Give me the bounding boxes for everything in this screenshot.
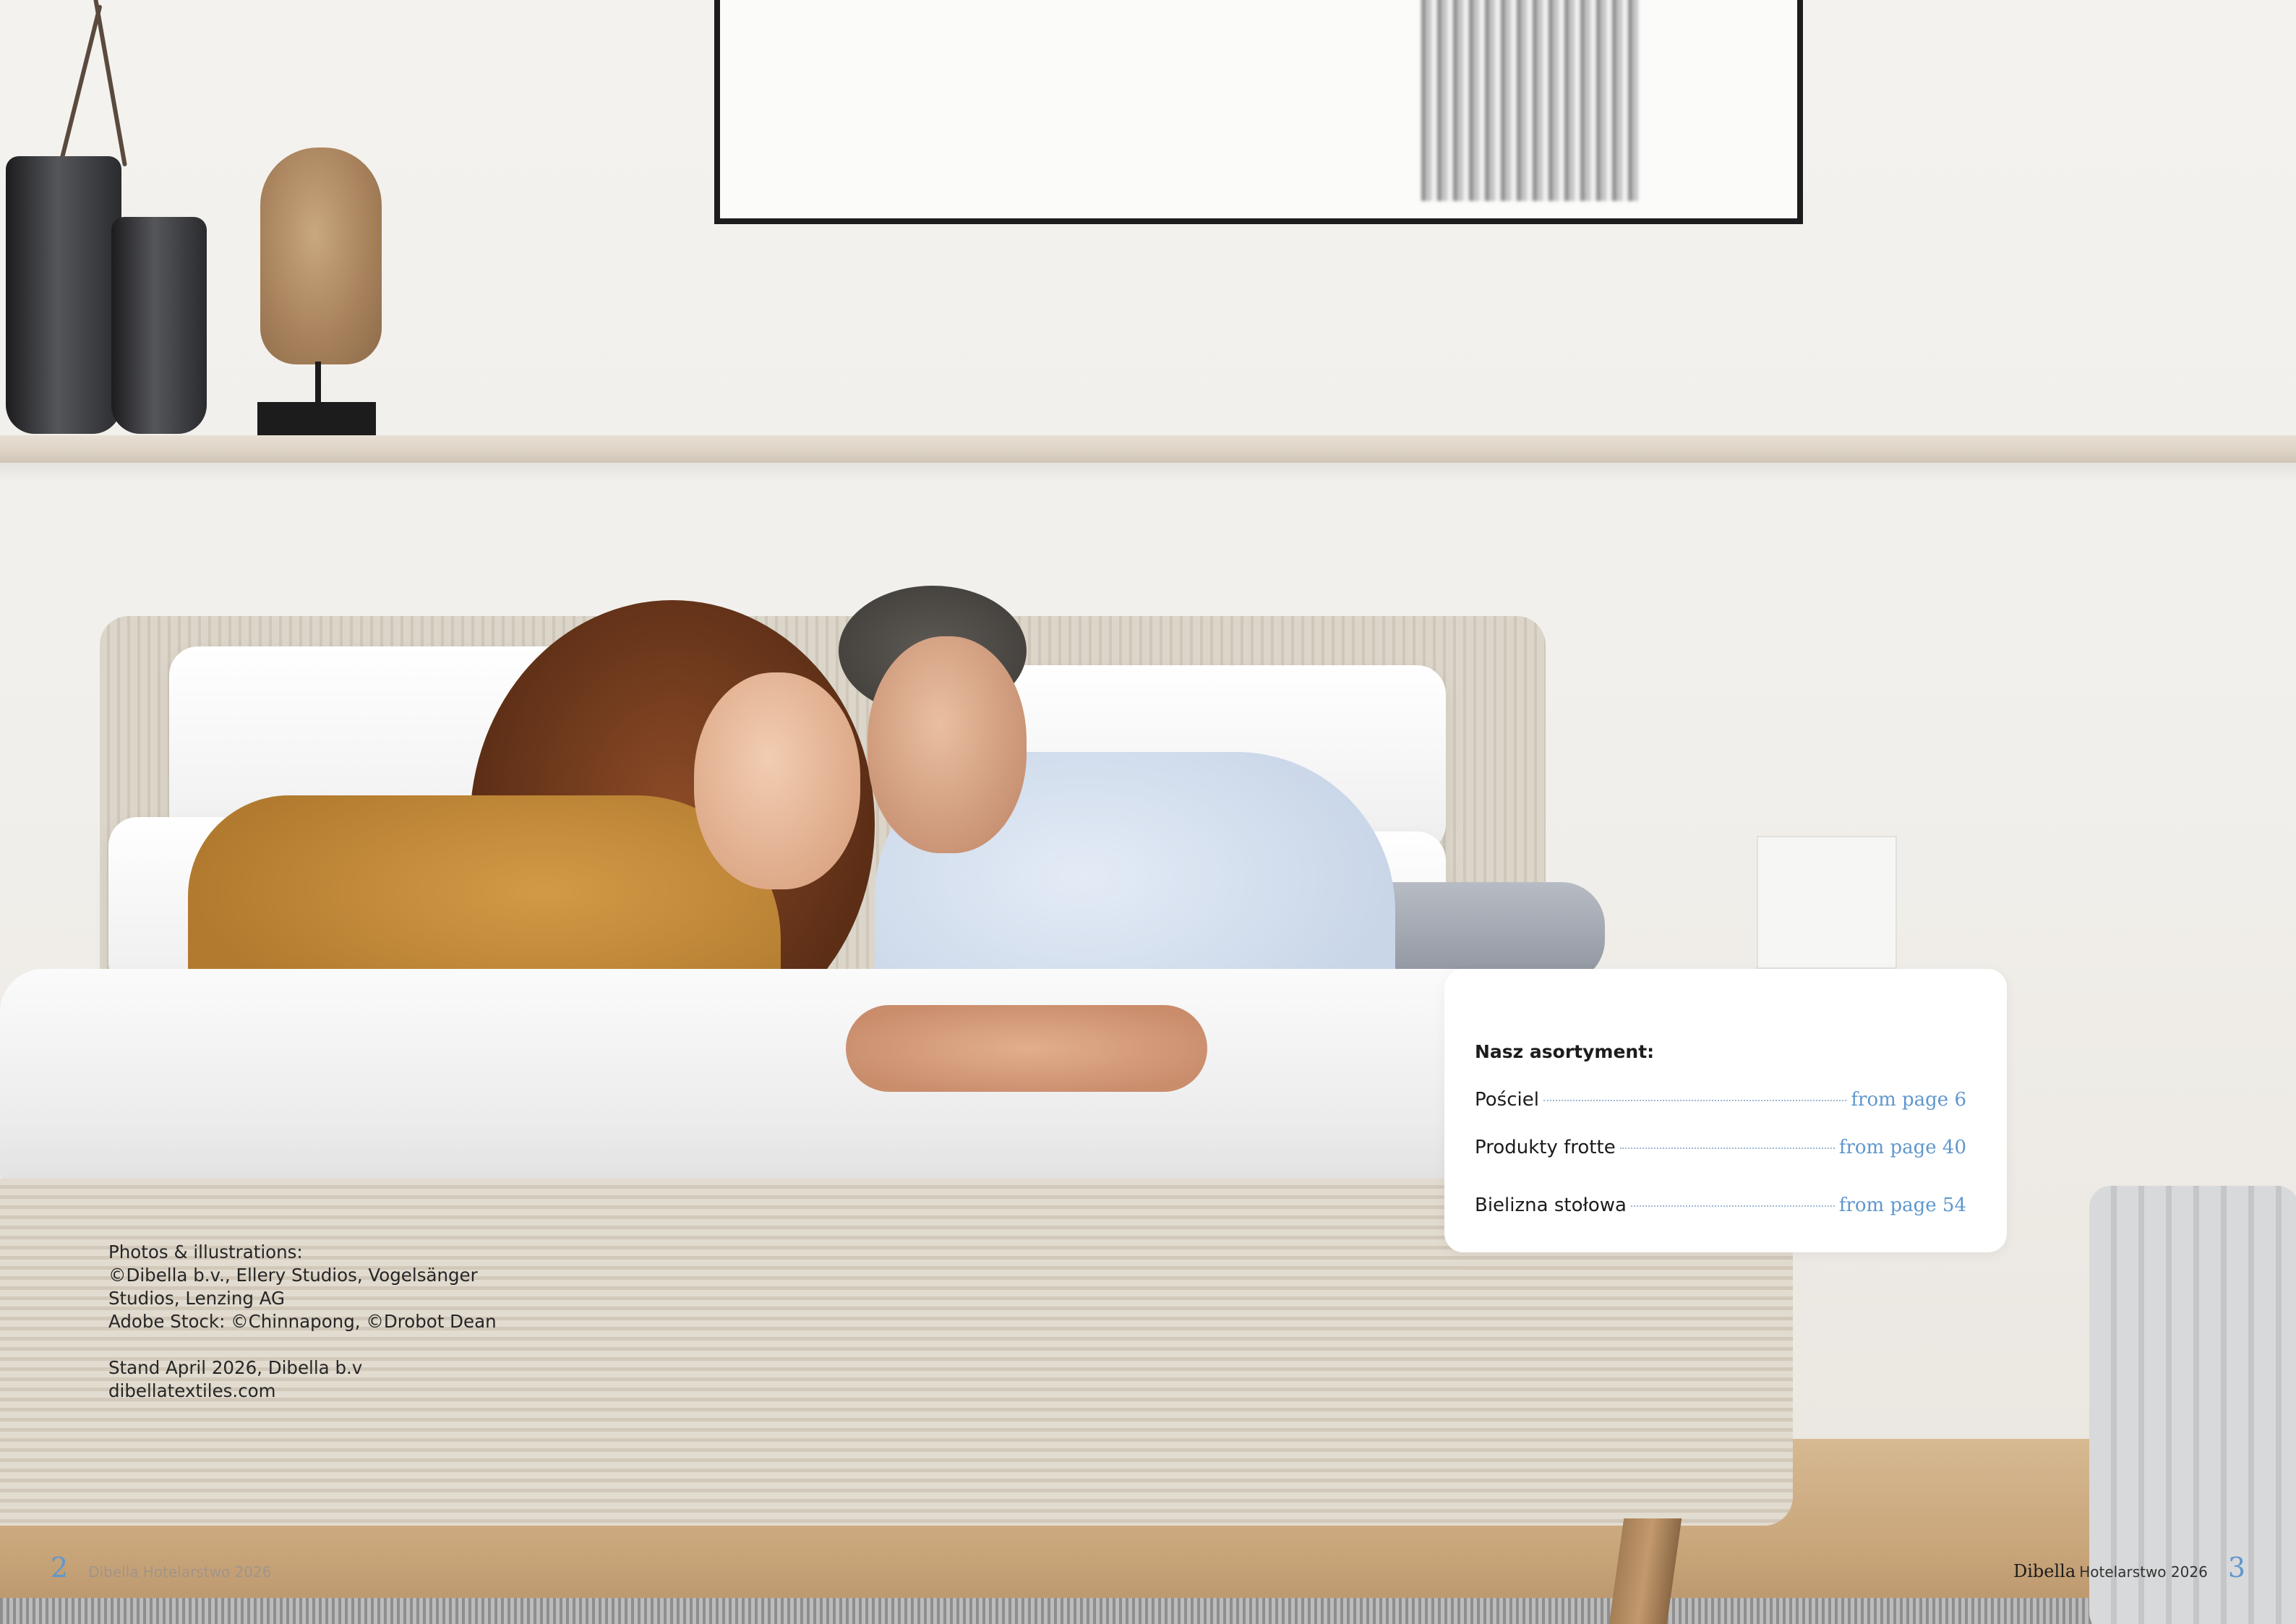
card-title: Nasz asortyment: xyxy=(1475,1041,1655,1062)
credits-line: ©Dibella b.v., Ellery Studios, Vogelsäng… xyxy=(108,1265,478,1286)
photo-credits: Photos & illustrations: ©Dibella b.v., E… xyxy=(108,1241,571,1403)
shelf-shadow xyxy=(0,463,2296,482)
duvet xyxy=(0,969,1547,1186)
credits-line: Adobe Stock: ©Chinnapong, ©Drobot Dean xyxy=(108,1311,497,1332)
footer-title: Dibella Hotelarstwo 2026 xyxy=(88,1563,272,1581)
footer-right: Dibella Hotelarstwo 2026 3 xyxy=(2013,1552,2245,1584)
toc-item-label: Bielizna stołowa xyxy=(1475,1195,1627,1216)
page-number: 3 xyxy=(2227,1552,2245,1584)
sculpture-stand xyxy=(315,362,321,405)
toc-item-label: Produkty frotte xyxy=(1475,1137,1616,1158)
vase xyxy=(111,217,207,434)
toc-leader-dots xyxy=(1543,1100,1847,1101)
credits-spacer xyxy=(108,1333,571,1356)
wall-artwork xyxy=(714,0,1803,224)
toc-item-page: from page 40 xyxy=(1838,1137,1966,1158)
toc-leader-dots xyxy=(1630,1205,1835,1207)
website-link[interactable]: dibellatextiles.com xyxy=(108,1380,571,1403)
footer-title: Hotelarstwo 2026 xyxy=(2079,1563,2208,1581)
rug xyxy=(0,1598,2296,1624)
toc-item-page: from page 54 xyxy=(1838,1195,1966,1216)
credits-line: Photos & illustrations: xyxy=(108,1241,303,1262)
toc-item-produkty-frotte[interactable]: Produkty frotte from page 40 xyxy=(1475,1137,1966,1166)
credits-line: Studios, Lenzing AG xyxy=(108,1288,286,1309)
footer-left: 2 Dibella Hotelarstwo 2026 xyxy=(51,1552,271,1584)
vase xyxy=(6,156,121,434)
wood-sculpture xyxy=(260,148,382,364)
bedside-lamp xyxy=(1757,836,1897,969)
sculpture-base xyxy=(257,402,376,435)
artwork-image xyxy=(1421,0,1638,201)
toc-leader-dots xyxy=(1619,1148,1835,1149)
toc-item-page: from page 6 xyxy=(1851,1089,1966,1111)
page-number: 2 xyxy=(51,1552,69,1584)
toc-item-label: Pościel xyxy=(1475,1089,1539,1111)
clasped-hands xyxy=(846,1005,1207,1092)
woman-face xyxy=(694,672,860,889)
toc-item-poscial[interactable]: Pościel from page 6 xyxy=(1475,1089,1966,1118)
credits-line: Stand April 2026, Dibella b.v xyxy=(108,1357,363,1378)
wall-shelf xyxy=(0,435,2296,463)
man-face xyxy=(868,636,1027,853)
assortment-card: Nasz asortyment: Pościel from page 6 Pro… xyxy=(1444,969,2007,1252)
toc-item-bielizna-stolowa[interactable]: Bielizna stołowa from page 54 xyxy=(1475,1195,1966,1223)
brand-name: Dibella xyxy=(2013,1561,2076,1581)
